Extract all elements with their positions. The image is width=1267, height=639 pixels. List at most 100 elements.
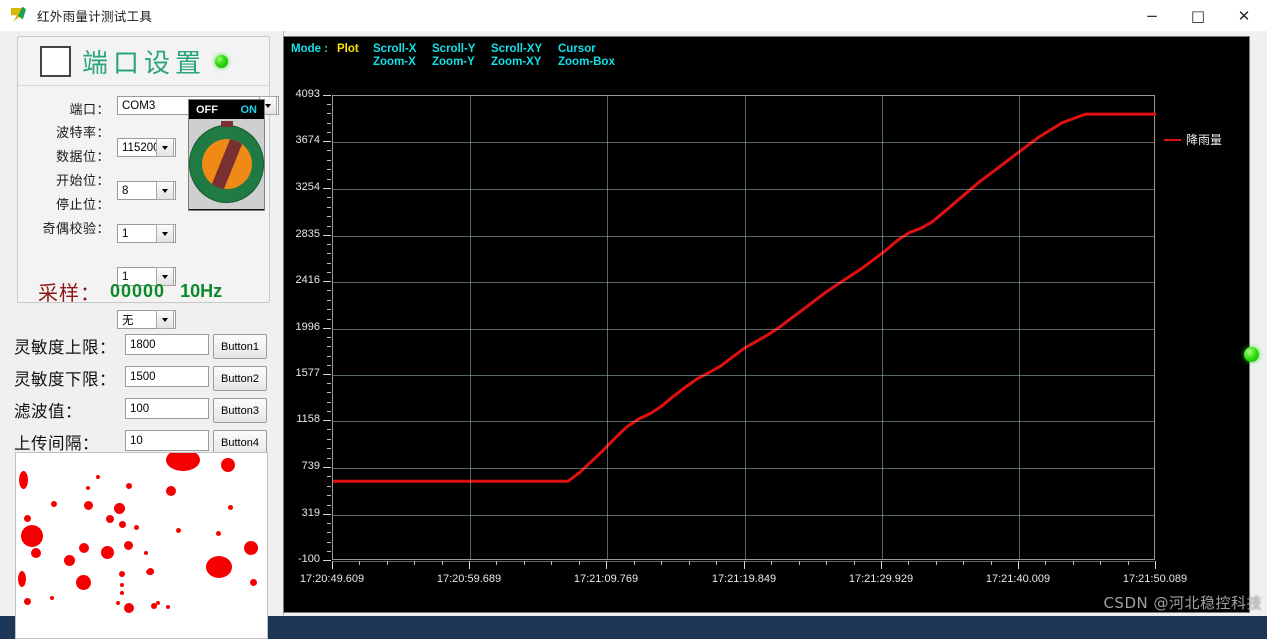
x-tick-minor [634,561,635,565]
rain-drop [206,556,232,578]
x-tick-minor [908,561,909,565]
x-tick-minor [716,561,717,565]
x-tick-label: 17:21:40.009 [985,573,1051,585]
parity-combobox[interactable]: 无 [117,310,176,329]
power-switch[interactable]: OFF ON [188,99,265,211]
switch-on-label: ON [240,103,258,116]
y-tick-minor [327,392,331,393]
rain-drop [101,546,114,559]
y-tick-major [323,467,331,468]
x-tick-minor [524,561,525,565]
rain-drop [119,571,125,577]
rain-droplet-preview [15,452,268,639]
y-tick-major [323,420,331,421]
y-tick-minor [327,300,331,301]
button3[interactable]: Button3 [213,398,267,423]
port-label: 端口： [69,102,110,118]
rain-drop [119,521,126,528]
x-tick-minor [496,561,497,565]
x-tick-label: 17:21:29.929 [848,573,914,585]
y-tick-minor [327,551,331,552]
button1[interactable]: Button1 [213,334,267,359]
rain-drop [19,471,28,489]
y-tick-minor [327,160,331,161]
rain-drop [181,467,185,471]
field-row-startbits: 开始位： [28,168,183,190]
button2[interactable]: Button2 [213,366,267,391]
port-settings-title: 端口设置 [82,48,207,79]
x-tick-major [332,561,333,569]
port-enable-checkbox[interactable] [40,45,71,77]
sens-lower-input[interactable] [125,366,209,387]
menu-zoom-x[interactable]: Zoom-X [373,56,416,69]
menu-scroll-x[interactable]: Scroll-X [373,43,416,56]
port-settings-group: 端口设置 端口： COM3 波特率： 115200 数据位： 8 开始位： 1 … [17,36,279,329]
y-tick-minor [327,244,331,245]
power-switch-knob-area[interactable] [189,119,264,209]
y-tick-minor [327,365,331,366]
y-tick-minor [327,448,331,449]
sampling-rate: 10Hz [180,280,223,301]
y-tick-minor [327,123,331,124]
y-tick-minor [327,290,331,291]
x-tick-label: 17:21:09.769 [573,573,639,585]
rain-drop [84,501,93,510]
filter-label: 滤波值： [14,401,82,421]
rain-drop [106,515,114,523]
y-tick-minor [327,476,331,477]
menu-zoom-y[interactable]: Zoom-Y [432,56,475,69]
rain-drop [120,583,124,587]
y-tick-minor [327,104,331,105]
y-tick-minor [327,337,331,338]
rain-drop [134,525,139,530]
x-tick-label: 17:21:50.089 [1122,573,1188,585]
upload-interval-input[interactable] [125,430,209,451]
x-tick-minor [359,561,360,565]
chevron-down-icon[interactable] [156,310,174,329]
chart-mode-menu: Mode : Plot Scroll-X Zoom-X Scroll-Y Zoo… [291,43,631,75]
sens-upper-input[interactable] [125,334,209,355]
rain-drop [31,548,41,558]
x-tick-minor [936,561,937,565]
upload-interval-label: 上传间隔： [14,433,99,453]
parity-value: 无 [122,314,134,327]
menu-zoom-xy[interactable]: Zoom-XY [491,56,542,69]
maximize-button[interactable]: □ [1175,0,1221,31]
status-led-icon [215,54,229,68]
x-tick-major [744,561,745,569]
y-tick-minor [327,309,331,310]
y-tick-label: 1577 [295,367,320,379]
settings-panel: 端口设置 端口： COM3 波特率： 115200 数据位： 8 开始位： 1 … [0,31,284,639]
rain-drop [166,486,176,496]
mode-value[interactable]: Plot [337,43,359,56]
y-tick-minor [327,411,331,412]
menu-scroll-xy[interactable]: Scroll-XY [491,43,542,56]
y-tick-minor [327,356,331,357]
y-tick-label: 2835 [295,228,320,240]
y-tick-major [323,374,331,375]
x-tick-major [881,561,882,569]
rain-drop [51,501,57,507]
menu-cursor[interactable]: Cursor [558,43,615,56]
filter-input[interactable] [125,398,209,419]
minimize-button[interactable]: − [1129,0,1175,31]
legend-label: 降雨量 [1186,133,1223,147]
menu-zoom-box[interactable]: Zoom-Box [558,56,615,69]
rain-drop [124,603,134,613]
legend-color-swatch [1164,138,1181,141]
rain-drop [21,525,43,547]
y-tick-minor [327,383,331,384]
field-row-parity: 奇偶校验： [17,216,183,238]
x-tick-minor [799,561,800,565]
y-tick-minor [327,150,331,151]
menu-scroll-y[interactable]: Scroll-Y [432,43,475,56]
field-row-databits: 数据位： [28,144,183,166]
close-button[interactable]: ✕ [1221,0,1267,31]
gridline-horizontal [333,236,1154,237]
rain-drop [116,601,120,605]
gridline-vertical [470,96,471,559]
y-tick-major [323,560,331,561]
rotary-knob-icon[interactable] [189,121,264,203]
x-tick-minor [1100,561,1101,565]
plot-area[interactable] [332,95,1156,562]
